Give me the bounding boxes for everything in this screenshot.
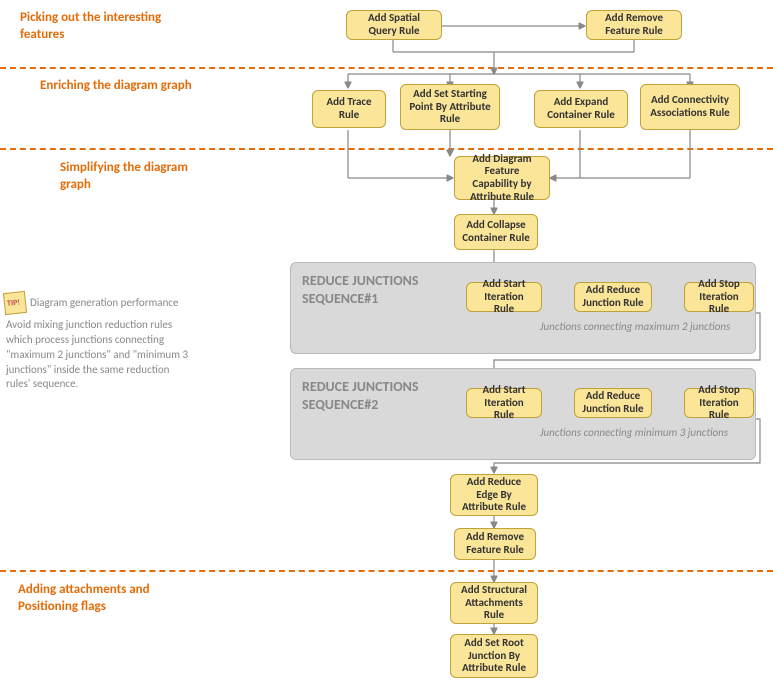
section-label-picking: Picking out the interesting features xyxy=(20,10,180,44)
node-reduce-edge: Add Reduce Edge By Attribute Rule xyxy=(450,474,538,516)
node-structural-attachments: Add Structural Attachments Rule xyxy=(450,582,538,624)
node-start-iter-1: Add Start Iteration Rule xyxy=(466,282,542,312)
tip-title: Diagram generation performance xyxy=(30,296,178,309)
divider-1 xyxy=(0,67,773,69)
section-label-text: Enriching the diagram graph xyxy=(40,78,192,93)
tip-body: Avoid mixing junction reduction rules wh… xyxy=(6,318,196,392)
node-reduce-junc-1: Add Reduce Junction Rule xyxy=(574,282,652,312)
node-label: Add Spatial Query Rule xyxy=(353,12,435,37)
section-label-text: Simplifying the diagram graph xyxy=(60,160,188,192)
node-remove-feature-bottom: Add Remove Feature Rule xyxy=(454,528,536,560)
sequence-note-1: Junctions connecting maximum 2 junctions xyxy=(540,320,740,333)
node-label: Add Stop Iteration Rule xyxy=(691,278,747,316)
sequence-title-1a: REDUCE JUNCTIONS xyxy=(302,272,419,289)
node-stop-iter-1: Add Stop Iteration Rule xyxy=(684,282,754,312)
section-label-simplifying: Simplifying the diagram graph xyxy=(60,160,220,194)
node-label: Add Reduce Junction Rule xyxy=(581,284,645,309)
section-label-enriching: Enriching the diagram graph xyxy=(40,78,200,95)
sequence-title-1b: SEQUENCE#1 xyxy=(302,290,378,307)
node-label: Add Start Iteration Rule xyxy=(473,384,535,422)
node-reduce-junc-2: Add Reduce Junction Rule xyxy=(574,388,652,418)
node-collapse-container: Add Collapse Container Rule xyxy=(454,214,538,250)
node-label: Add Structural Attachments Rule xyxy=(457,584,531,622)
node-label: Add Stop Iteration Rule xyxy=(691,384,747,422)
tip-icon xyxy=(3,291,27,315)
node-label: Add Set Root Junction By Attribute Rule xyxy=(457,637,531,675)
node-starting-point: Add Set Starting Point By Attribute Rule xyxy=(400,84,500,130)
divider-2 xyxy=(0,148,773,150)
node-label: Add Diagram Feature Capability by Attrib… xyxy=(461,153,543,204)
node-remove-feature-top: Add Remove Feature Rule xyxy=(586,10,682,40)
node-trace: Add Trace Rule xyxy=(312,90,386,128)
node-spatial-query: Add Spatial Query Rule xyxy=(346,10,442,40)
node-label: Add Connectivity Associations Rule xyxy=(647,94,733,119)
node-set-root: Add Set Root Junction By Attribute Rule xyxy=(450,634,538,678)
node-label: Add Expand Container Rule xyxy=(541,96,621,121)
node-expand-container: Add Expand Container Rule xyxy=(534,90,628,128)
node-stop-iter-2: Add Stop Iteration Rule xyxy=(684,388,754,418)
divider-3 xyxy=(0,570,773,572)
section-label-text: Adding attachments and Positioning flags xyxy=(18,582,150,614)
node-label: Add Start Iteration Rule xyxy=(473,278,535,316)
node-label: Add Set Starting Point By Attribute Rule xyxy=(407,88,493,126)
node-label: Add Reduce Junction Rule xyxy=(581,390,645,415)
section-label-adding: Adding attachments and Positioning flags xyxy=(18,582,198,616)
sequence-note-2: Junctions connecting minimum 3 junctions xyxy=(540,426,740,439)
node-connectivity: Add Connectivity Associations Rule xyxy=(640,84,740,130)
section-label-text: Picking out the interesting features xyxy=(20,10,161,42)
sequence-title-2b: SEQUENCE#2 xyxy=(302,396,378,413)
node-feature-capability: Add Diagram Feature Capability by Attrib… xyxy=(454,156,550,200)
sequence-title-2a: REDUCE JUNCTIONS xyxy=(302,378,419,395)
node-label: Add Remove Feature Rule xyxy=(593,12,675,37)
node-start-iter-2: Add Start Iteration Rule xyxy=(466,388,542,418)
node-label: Add Reduce Edge By Attribute Rule xyxy=(457,476,531,514)
node-label: Add Collapse Container Rule xyxy=(461,219,531,244)
node-label: Add Trace Rule xyxy=(319,96,379,121)
node-label: Add Remove Feature Rule xyxy=(461,531,529,556)
